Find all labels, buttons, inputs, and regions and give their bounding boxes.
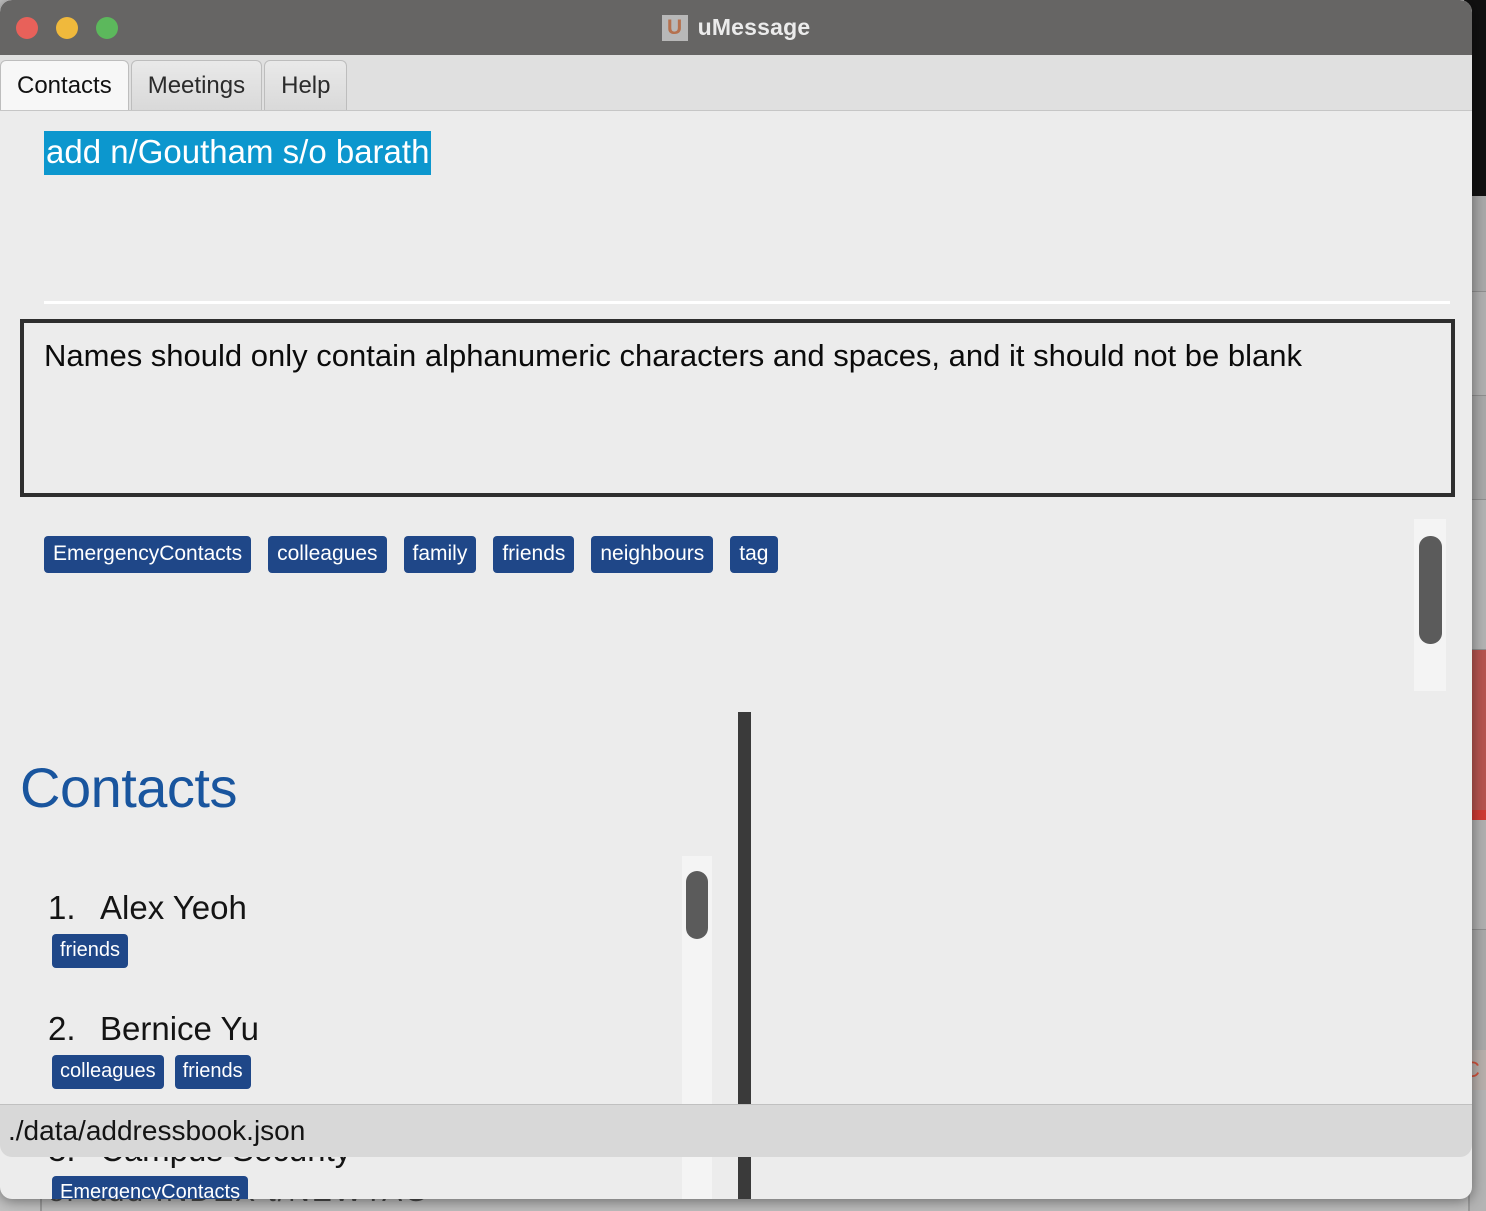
contact-tag-chip[interactable]: friends	[52, 934, 129, 968]
contact-name: Alex Yeoh	[100, 889, 247, 926]
close-button[interactable]	[16, 16, 38, 39]
contacts-scrollbar-thumb[interactable]	[686, 871, 708, 939]
window-body: add n/Goutham s/o barath Names should on…	[0, 111, 1472, 1199]
title-bar: U uMessage	[0, 0, 1472, 55]
contact-tag-chip[interactable]: colleagues	[52, 1055, 164, 1089]
contact-tag-list: colleagues friends	[48, 1055, 680, 1089]
command-input-row[interactable]: add n/Goutham s/o barath	[0, 111, 1472, 181]
result-message: Names should only contain alphanumeric c…	[44, 338, 1302, 373]
app-logo-icon: U	[661, 14, 688, 41]
contact-index: 2.	[48, 1010, 76, 1047]
contact-index: 1.	[48, 889, 76, 926]
umessage-window: U uMessage Contacts Meetings Help add n/…	[0, 0, 1472, 1199]
result-display-box: Names should only contain alphanumeric c…	[20, 319, 1455, 497]
contacts-panel: Contacts 1. Alex Yeoh friends 2. Bernice…	[0, 711, 750, 1199]
contact-tag-chip[interactable]: friends	[174, 1055, 251, 1089]
status-bar: ./data/addressbook.json	[0, 1104, 1472, 1157]
tag-chip[interactable]: friends	[493, 536, 575, 573]
contact-name-line: 1. Alex Yeoh	[48, 889, 680, 927]
window-controls	[16, 16, 118, 39]
window-title: uMessage	[697, 14, 811, 40]
tab-contacts[interactable]: Contacts	[0, 60, 129, 110]
title-group: U uMessage	[0, 14, 1472, 41]
minimize-button[interactable]	[56, 16, 78, 39]
tag-chip[interactable]: neighbours	[591, 536, 714, 573]
contact-name-line: 2. Bernice Yu	[48, 1010, 680, 1048]
tag-chip[interactable]: EmergencyContacts	[44, 536, 252, 573]
tab-meetings[interactable]: Meetings	[130, 60, 263, 110]
contact-list-item[interactable]: 2. Bernice Yu colleagues friends	[48, 1010, 680, 1089]
maximize-button[interactable]	[96, 16, 118, 39]
contact-tag-chip[interactable]: EmergencyContacts	[52, 1176, 249, 1199]
tag-chip[interactable]: colleagues	[268, 536, 387, 573]
tag-chip[interactable]: family	[403, 536, 477, 573]
tag-panel-scrollbar-thumb[interactable]	[1419, 536, 1442, 644]
tag-chip[interactable]: tag	[730, 536, 778, 573]
tab-help[interactable]: Help	[264, 60, 348, 110]
contact-tag-list: EmergencyContacts	[48, 1176, 680, 1199]
contact-list-item[interactable]: 1. Alex Yeoh friends	[48, 889, 680, 968]
command-input[interactable]: add n/Goutham s/o barath	[44, 131, 432, 175]
contacts-heading: Contacts	[20, 756, 238, 819]
status-file-path: ./data/addressbook.json	[8, 1115, 306, 1146]
contact-name: Bernice Yu	[100, 1010, 260, 1047]
tag-list: EmergencyContacts colleagues family frie…	[44, 536, 778, 573]
contact-tag-list: friends	[48, 934, 680, 968]
tab-bar: Contacts Meetings Help	[0, 55, 1472, 111]
command-separator	[44, 301, 1450, 304]
